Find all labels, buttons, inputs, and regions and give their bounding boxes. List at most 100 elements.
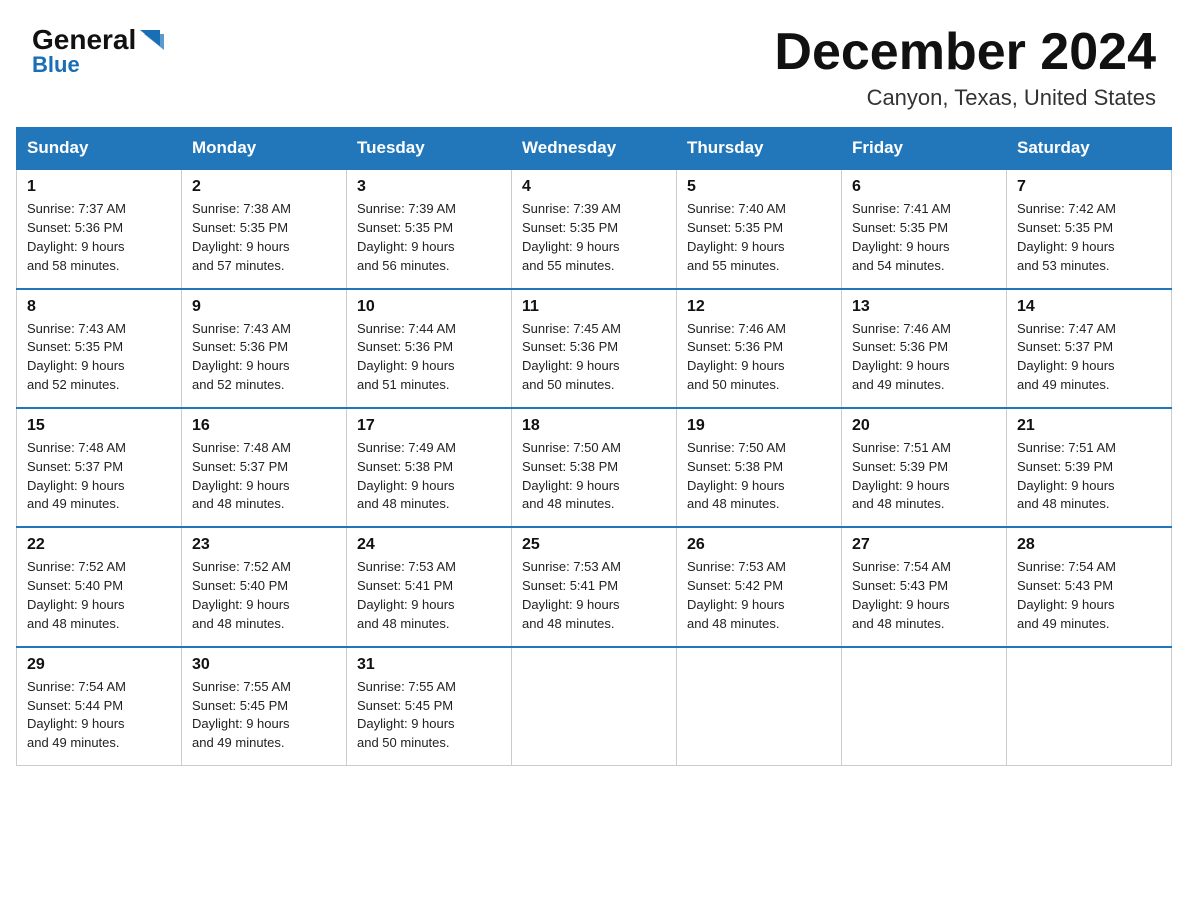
calendar-cell: 22 Sunrise: 7:52 AM Sunset: 5:40 PM Dayl… [17, 527, 182, 646]
calendar-table: Sunday Monday Tuesday Wednesday Thursday… [16, 127, 1172, 766]
day-number: 29 [27, 656, 171, 674]
title-block: December 2024 Canyon, Texas, United Stat… [774, 24, 1156, 111]
day-number: 31 [357, 656, 501, 674]
day-number: 4 [522, 178, 666, 196]
day-info: Sunrise: 7:55 AM Sunset: 5:45 PM Dayligh… [357, 678, 501, 753]
day-info: Sunrise: 7:55 AM Sunset: 5:45 PM Dayligh… [192, 678, 336, 753]
col-saturday: Saturday [1007, 128, 1172, 170]
day-info: Sunrise: 7:53 AM Sunset: 5:42 PM Dayligh… [687, 558, 831, 633]
calendar-week-4: 22 Sunrise: 7:52 AM Sunset: 5:40 PM Dayl… [17, 527, 1172, 646]
day-number: 5 [687, 178, 831, 196]
calendar-cell: 10 Sunrise: 7:44 AM Sunset: 5:36 PM Dayl… [347, 289, 512, 408]
calendar-cell [842, 647, 1007, 766]
calendar-cell: 21 Sunrise: 7:51 AM Sunset: 5:39 PM Dayl… [1007, 408, 1172, 527]
day-number: 19 [687, 417, 831, 435]
day-number: 26 [687, 536, 831, 554]
col-wednesday: Wednesday [512, 128, 677, 170]
day-info: Sunrise: 7:47 AM Sunset: 5:37 PM Dayligh… [1017, 320, 1161, 395]
calendar-cell [677, 647, 842, 766]
calendar-cell: 9 Sunrise: 7:43 AM Sunset: 5:36 PM Dayli… [182, 289, 347, 408]
day-number: 3 [357, 178, 501, 196]
calendar-cell: 15 Sunrise: 7:48 AM Sunset: 5:37 PM Dayl… [17, 408, 182, 527]
calendar-week-3: 15 Sunrise: 7:48 AM Sunset: 5:37 PM Dayl… [17, 408, 1172, 527]
calendar-cell: 5 Sunrise: 7:40 AM Sunset: 5:35 PM Dayli… [677, 169, 842, 288]
calendar-cell: 7 Sunrise: 7:42 AM Sunset: 5:35 PM Dayli… [1007, 169, 1172, 288]
day-info: Sunrise: 7:53 AM Sunset: 5:41 PM Dayligh… [357, 558, 501, 633]
day-info: Sunrise: 7:48 AM Sunset: 5:37 PM Dayligh… [192, 439, 336, 514]
day-info: Sunrise: 7:49 AM Sunset: 5:38 PM Dayligh… [357, 439, 501, 514]
day-number: 8 [27, 298, 171, 316]
day-number: 10 [357, 298, 501, 316]
calendar-subtitle: Canyon, Texas, United States [774, 85, 1156, 111]
page-header: General Blue December 2024 Canyon, Texas… [0, 0, 1188, 127]
day-number: 7 [1017, 178, 1161, 196]
calendar-week-5: 29 Sunrise: 7:54 AM Sunset: 5:44 PM Dayl… [17, 647, 1172, 766]
calendar-cell: 2 Sunrise: 7:38 AM Sunset: 5:35 PM Dayli… [182, 169, 347, 288]
col-tuesday: Tuesday [347, 128, 512, 170]
day-number: 1 [27, 178, 171, 196]
day-info: Sunrise: 7:51 AM Sunset: 5:39 PM Dayligh… [1017, 439, 1161, 514]
calendar-cell: 27 Sunrise: 7:54 AM Sunset: 5:43 PM Dayl… [842, 527, 1007, 646]
calendar-cell [1007, 647, 1172, 766]
calendar-cell [512, 647, 677, 766]
day-number: 25 [522, 536, 666, 554]
calendar-cell: 19 Sunrise: 7:50 AM Sunset: 5:38 PM Dayl… [677, 408, 842, 527]
day-info: Sunrise: 7:50 AM Sunset: 5:38 PM Dayligh… [687, 439, 831, 514]
day-info: Sunrise: 7:51 AM Sunset: 5:39 PM Dayligh… [852, 439, 996, 514]
day-info: Sunrise: 7:48 AM Sunset: 5:37 PM Dayligh… [27, 439, 171, 514]
calendar-cell: 8 Sunrise: 7:43 AM Sunset: 5:35 PM Dayli… [17, 289, 182, 408]
day-info: Sunrise: 7:43 AM Sunset: 5:35 PM Dayligh… [27, 320, 171, 395]
day-info: Sunrise: 7:37 AM Sunset: 5:36 PM Dayligh… [27, 200, 171, 275]
day-info: Sunrise: 7:53 AM Sunset: 5:41 PM Dayligh… [522, 558, 666, 633]
calendar-cell: 30 Sunrise: 7:55 AM Sunset: 5:45 PM Dayl… [182, 647, 347, 766]
calendar-cell: 1 Sunrise: 7:37 AM Sunset: 5:36 PM Dayli… [17, 169, 182, 288]
day-number: 27 [852, 536, 996, 554]
col-thursday: Thursday [677, 128, 842, 170]
day-number: 13 [852, 298, 996, 316]
day-info: Sunrise: 7:38 AM Sunset: 5:35 PM Dayligh… [192, 200, 336, 275]
day-info: Sunrise: 7:52 AM Sunset: 5:40 PM Dayligh… [192, 558, 336, 633]
day-number: 22 [27, 536, 171, 554]
day-number: 30 [192, 656, 336, 674]
calendar-cell: 20 Sunrise: 7:51 AM Sunset: 5:39 PM Dayl… [842, 408, 1007, 527]
calendar-cell: 28 Sunrise: 7:54 AM Sunset: 5:43 PM Dayl… [1007, 527, 1172, 646]
day-info: Sunrise: 7:50 AM Sunset: 5:38 PM Dayligh… [522, 439, 666, 514]
calendar-cell: 3 Sunrise: 7:39 AM Sunset: 5:35 PM Dayli… [347, 169, 512, 288]
day-number: 21 [1017, 417, 1161, 435]
day-number: 20 [852, 417, 996, 435]
calendar-cell: 12 Sunrise: 7:46 AM Sunset: 5:36 PM Dayl… [677, 289, 842, 408]
day-info: Sunrise: 7:40 AM Sunset: 5:35 PM Dayligh… [687, 200, 831, 275]
calendar-cell: 26 Sunrise: 7:53 AM Sunset: 5:42 PM Dayl… [677, 527, 842, 646]
calendar-cell: 14 Sunrise: 7:47 AM Sunset: 5:37 PM Dayl… [1007, 289, 1172, 408]
day-number: 18 [522, 417, 666, 435]
calendar-header: Sunday Monday Tuesday Wednesday Thursday… [17, 128, 1172, 170]
day-info: Sunrise: 7:54 AM Sunset: 5:43 PM Dayligh… [1017, 558, 1161, 633]
header-row: Sunday Monday Tuesday Wednesday Thursday… [17, 128, 1172, 170]
logo: General Blue [32, 24, 166, 78]
calendar-wrapper: Sunday Monday Tuesday Wednesday Thursday… [0, 127, 1188, 782]
calendar-cell: 23 Sunrise: 7:52 AM Sunset: 5:40 PM Dayl… [182, 527, 347, 646]
calendar-cell: 24 Sunrise: 7:53 AM Sunset: 5:41 PM Dayl… [347, 527, 512, 646]
calendar-cell: 16 Sunrise: 7:48 AM Sunset: 5:37 PM Dayl… [182, 408, 347, 527]
calendar-cell: 13 Sunrise: 7:46 AM Sunset: 5:36 PM Dayl… [842, 289, 1007, 408]
day-info: Sunrise: 7:42 AM Sunset: 5:35 PM Dayligh… [1017, 200, 1161, 275]
day-number: 6 [852, 178, 996, 196]
day-info: Sunrise: 7:52 AM Sunset: 5:40 PM Dayligh… [27, 558, 171, 633]
day-info: Sunrise: 7:43 AM Sunset: 5:36 PM Dayligh… [192, 320, 336, 395]
calendar-cell: 4 Sunrise: 7:39 AM Sunset: 5:35 PM Dayli… [512, 169, 677, 288]
calendar-title: December 2024 [774, 24, 1156, 81]
calendar-cell: 17 Sunrise: 7:49 AM Sunset: 5:38 PM Dayl… [347, 408, 512, 527]
col-friday: Friday [842, 128, 1007, 170]
calendar-cell: 29 Sunrise: 7:54 AM Sunset: 5:44 PM Dayl… [17, 647, 182, 766]
day-number: 11 [522, 298, 666, 316]
day-number: 2 [192, 178, 336, 196]
day-info: Sunrise: 7:54 AM Sunset: 5:43 PM Dayligh… [852, 558, 996, 633]
day-number: 14 [1017, 298, 1161, 316]
logo-arrow-icon [138, 26, 166, 54]
calendar-cell: 18 Sunrise: 7:50 AM Sunset: 5:38 PM Dayl… [512, 408, 677, 527]
day-info: Sunrise: 7:45 AM Sunset: 5:36 PM Dayligh… [522, 320, 666, 395]
calendar-cell: 6 Sunrise: 7:41 AM Sunset: 5:35 PM Dayli… [842, 169, 1007, 288]
day-number: 16 [192, 417, 336, 435]
day-number: 17 [357, 417, 501, 435]
logo-blue-text: Blue [32, 52, 80, 78]
